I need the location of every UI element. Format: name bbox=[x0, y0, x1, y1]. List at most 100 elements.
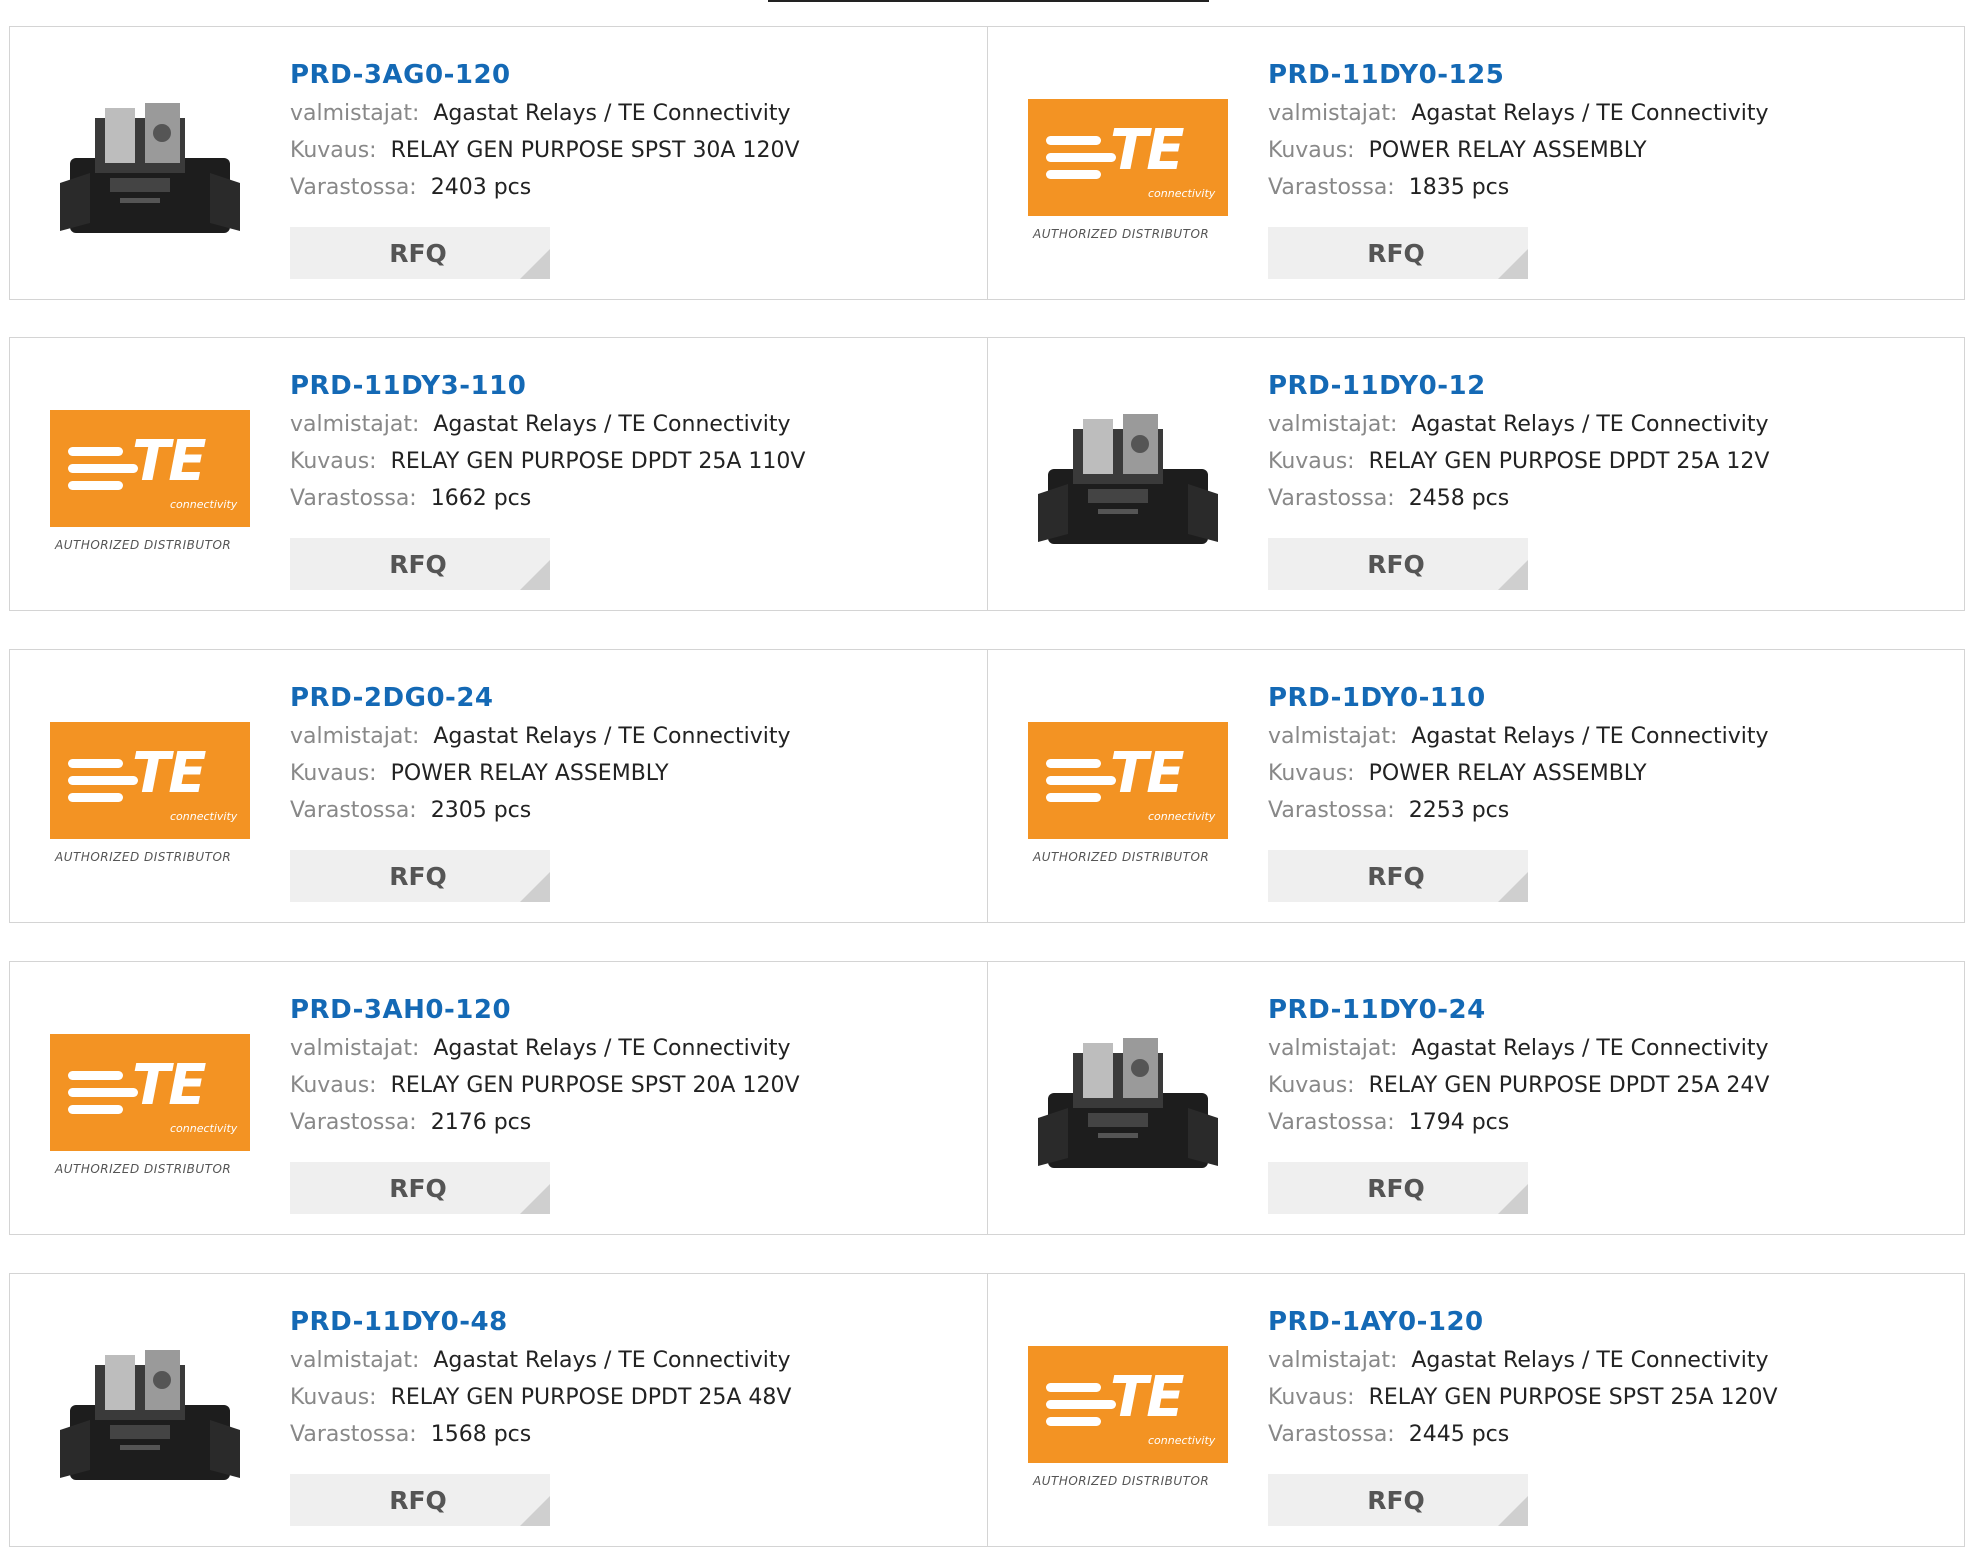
rfq-button[interactable]: RFQ bbox=[1268, 1162, 1528, 1214]
rfq-button[interactable]: RFQ bbox=[1268, 227, 1528, 279]
manufacturer-value: Agastat Relays / TE Connectivity bbox=[433, 412, 791, 437]
part-number-link[interactable]: PRD-1DY0-110 bbox=[1268, 678, 1769, 718]
rfq-button[interactable]: RFQ bbox=[290, 538, 550, 590]
manufacturer-label: valmistajat: bbox=[1268, 412, 1398, 437]
rfq-label: RFQ bbox=[1367, 1485, 1425, 1515]
rfq-label: RFQ bbox=[389, 1485, 447, 1515]
te-bars-icon bbox=[1046, 1383, 1116, 1434]
rfq-button[interactable]: RFQ bbox=[1268, 1474, 1528, 1526]
relay-product-photo bbox=[1038, 414, 1218, 544]
corner-fold-icon bbox=[1498, 560, 1528, 590]
te-connectivity-logo: TE connectivity bbox=[1028, 99, 1228, 216]
stock-label: Varastossa: bbox=[290, 486, 417, 511]
product-image[interactable]: TE connectivity AUTHORIZED DISTRIBUTOR bbox=[1028, 686, 1228, 886]
description-value: RELAY GEN PURPOSE DPDT 25A 24V bbox=[1368, 1073, 1770, 1098]
corner-fold-icon bbox=[520, 1496, 550, 1526]
te-connectivity-logo: TE connectivity bbox=[50, 410, 250, 527]
stock-value: 2176 pcs bbox=[430, 1110, 532, 1135]
rfq-label: RFQ bbox=[1367, 1173, 1425, 1203]
product-info: PRD-2DG0-24 valmistajat: Agastat Relays /… bbox=[290, 678, 791, 829]
part-number-link[interactable]: PRD-11DY0-125 bbox=[1268, 55, 1769, 95]
part-number-link[interactable]: PRD-11DY3-110 bbox=[290, 366, 805, 406]
description-value: RELAY GEN PURPOSE DPDT 25A 48V bbox=[390, 1385, 792, 1410]
relay-product-photo bbox=[1038, 1038, 1218, 1168]
description-row: Kuvaus: POWER RELAY ASSEMBLY bbox=[1268, 132, 1769, 169]
rfq-label: RFQ bbox=[1367, 861, 1425, 891]
manufacturer-value: Agastat Relays / TE Connectivity bbox=[1411, 412, 1769, 437]
product-info: PRD-3AH0-120 valmistajat: Agastat Relays … bbox=[290, 990, 800, 1141]
manufacturer-row: valmistajat: Agastat Relays / TE Connect… bbox=[290, 406, 805, 443]
stock-value: 2305 pcs bbox=[430, 798, 532, 823]
manufacturer-row: valmistajat: Agastat Relays / TE Connect… bbox=[1268, 406, 1769, 443]
manufacturer-row: valmistajat: Agastat Relays / TE Connect… bbox=[290, 1342, 791, 1379]
te-bars-icon bbox=[68, 447, 138, 498]
rfq-label: RFQ bbox=[389, 861, 447, 891]
manufacturer-label: valmistajat: bbox=[290, 1348, 420, 1373]
product-card: PRD-3AG0-120 valmistajat: Agastat Relays … bbox=[10, 27, 987, 299]
product-image[interactable]: TE connectivity AUTHORIZED DISTRIBUTOR bbox=[50, 686, 250, 886]
authorized-distributor-label: AUTHORIZED DISTRIBUTOR bbox=[55, 850, 232, 864]
product-card: PRD-11DY0-48 valmistajat: Agastat Relays … bbox=[10, 1274, 987, 1546]
part-number-link[interactable]: PRD-11DY0-12 bbox=[1268, 366, 1769, 406]
product-image[interactable]: TE connectivity AUTHORIZED DISTRIBUTOR bbox=[1028, 63, 1228, 263]
rfq-button[interactable]: RFQ bbox=[290, 1474, 550, 1526]
product-card: TE connectivity AUTHORIZED DISTRIBUTOR PRD-… bbox=[10, 962, 987, 1234]
rfq-button[interactable]: RFQ bbox=[290, 227, 550, 279]
part-number-link[interactable]: PRD-11DY0-24 bbox=[1268, 990, 1769, 1030]
description-label: Kuvaus: bbox=[1268, 761, 1355, 786]
rfq-button[interactable]: RFQ bbox=[1268, 850, 1528, 902]
description-value: POWER RELAY ASSEMBLY bbox=[1368, 761, 1647, 786]
rfq-button[interactable]: RFQ bbox=[1268, 538, 1528, 590]
manufacturer-row: valmistajat: Agastat Relays / TE Connect… bbox=[290, 1030, 800, 1067]
description-value: RELAY GEN PURPOSE DPDT 25A 12V bbox=[1368, 449, 1770, 474]
product-card: PRD-11DY0-12 valmistajat: Agastat Relays … bbox=[987, 338, 1965, 610]
te-subtitle: connectivity bbox=[170, 810, 238, 823]
manufacturer-label: valmistajat: bbox=[290, 412, 420, 437]
product-image[interactable]: TE connectivity AUTHORIZED DISTRIBUTOR bbox=[50, 998, 250, 1198]
stock-row: Varastossa: 2458 pcs bbox=[1268, 480, 1769, 517]
rfq-button[interactable]: RFQ bbox=[290, 1162, 550, 1214]
manufacturer-row: valmistajat: Agastat Relays / TE Connect… bbox=[290, 718, 791, 755]
part-number-link[interactable]: PRD-3AG0-120 bbox=[290, 55, 800, 95]
rfq-button[interactable]: RFQ bbox=[290, 850, 550, 902]
part-number-link[interactable]: PRD-11DY0-48 bbox=[290, 1302, 791, 1342]
product-image[interactable]: TE connectivity AUTHORIZED DISTRIBUTOR bbox=[1028, 1310, 1228, 1510]
product-card: TE connectivity AUTHORIZED DISTRIBUTOR PRD-… bbox=[987, 27, 1965, 299]
product-image[interactable] bbox=[50, 63, 250, 263]
product-image[interactable] bbox=[1028, 374, 1228, 574]
manufacturer-value: Agastat Relays / TE Connectivity bbox=[1411, 1348, 1769, 1373]
manufacturer-label: valmistajat: bbox=[290, 101, 420, 126]
manufacturer-row: valmistajat: Agastat Relays / TE Connect… bbox=[1268, 718, 1769, 755]
te-bars-icon bbox=[68, 1071, 138, 1122]
part-number-link[interactable]: PRD-1AY0-120 bbox=[1268, 1302, 1778, 1342]
part-number-link[interactable]: PRD-3AH0-120 bbox=[290, 990, 800, 1030]
product-image[interactable] bbox=[1028, 998, 1228, 1198]
product-image[interactable] bbox=[50, 1310, 250, 1510]
rfq-label: RFQ bbox=[1367, 238, 1425, 268]
te-subtitle: connectivity bbox=[1148, 187, 1216, 200]
product-row: PRD-3AG0-120 valmistajat: Agastat Relays … bbox=[9, 26, 1965, 300]
corner-fold-icon bbox=[520, 1184, 550, 1214]
product-row: PRD-11DY0-48 valmistajat: Agastat Relays … bbox=[9, 1273, 1965, 1547]
te-connectivity-logo: TE connectivity bbox=[50, 1034, 250, 1151]
stock-label: Varastossa: bbox=[1268, 1110, 1395, 1135]
te-subtitle: connectivity bbox=[1148, 810, 1216, 823]
stock-row: Varastossa: 2176 pcs bbox=[290, 1104, 800, 1141]
te-letters: TE bbox=[1110, 118, 1184, 183]
corner-fold-icon bbox=[520, 249, 550, 279]
rfq-label: RFQ bbox=[389, 1173, 447, 1203]
description-label: Kuvaus: bbox=[290, 1073, 377, 1098]
product-info: PRD-3AG0-120 valmistajat: Agastat Relays … bbox=[290, 55, 800, 206]
stock-label: Varastossa: bbox=[290, 1110, 417, 1135]
corner-fold-icon bbox=[1498, 1184, 1528, 1214]
part-number-link[interactable]: PRD-2DG0-24 bbox=[290, 678, 791, 718]
manufacturer-value: Agastat Relays / TE Connectivity bbox=[433, 724, 791, 749]
product-image[interactable]: TE connectivity AUTHORIZED DISTRIBUTOR bbox=[50, 374, 250, 574]
product-row: TE connectivity AUTHORIZED DISTRIBUTOR PRD-… bbox=[9, 337, 1965, 611]
stock-value: 1835 pcs bbox=[1408, 175, 1510, 200]
stock-row: Varastossa: 1794 pcs bbox=[1268, 1104, 1769, 1141]
corner-fold-icon bbox=[1498, 872, 1528, 902]
stock-value: 1568 pcs bbox=[430, 1422, 532, 1447]
product-info: PRD-11DY0-125 valmistajat: Agastat Relays… bbox=[1268, 55, 1769, 206]
product-info: PRD-1AY0-120 valmistajat: Agastat Relays … bbox=[1268, 1302, 1778, 1453]
